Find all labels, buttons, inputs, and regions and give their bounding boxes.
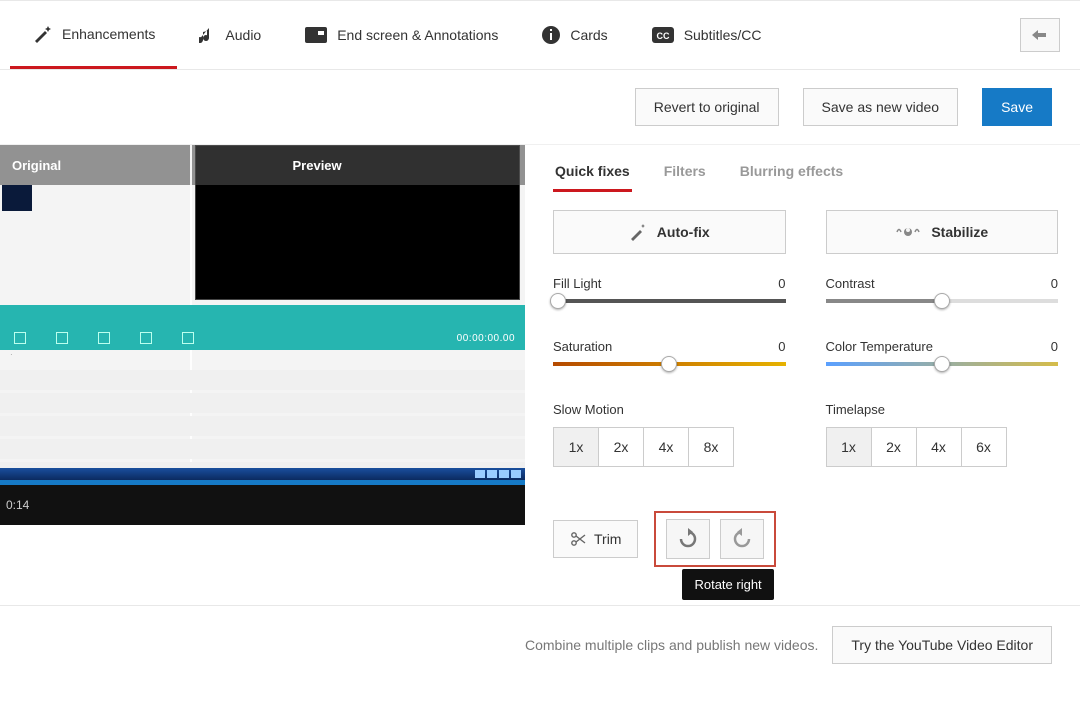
rotate-left-button[interactable] (720, 519, 764, 559)
elapsed-time: 0:14 (6, 498, 29, 512)
tab-label: Cards (570, 27, 607, 43)
rotate-tooltip: Rotate right (682, 569, 773, 600)
rotate-right-icon (677, 528, 699, 550)
timeline-row[interactable] (0, 393, 525, 413)
cc-icon: CC (652, 27, 674, 43)
fill-light-slider[interactable] (553, 299, 786, 303)
timelapse-2x[interactable]: 2x (871, 427, 917, 467)
save-as-button[interactable]: Save as new video (803, 88, 959, 126)
wand-icon (629, 223, 647, 241)
autofix-label: Auto-fix (657, 224, 710, 240)
slowmo-1x[interactable]: 1x (553, 427, 599, 467)
toolbar-icon[interactable] (182, 332, 194, 344)
contrast-value: 0 (1051, 276, 1058, 291)
colortemp-slider[interactable] (826, 362, 1059, 366)
timelapse-4x[interactable]: 4x (916, 427, 962, 467)
preview-video-area: Original Preview 00:00:00.00 (0, 145, 525, 525)
saturation-value: 0 (778, 339, 785, 354)
slider-thumb[interactable] (934, 356, 950, 372)
toolbar-timecode: 00:00:00.00 (457, 333, 515, 344)
scissors-icon (570, 531, 586, 547)
subtab-filters[interactable]: Filters (662, 163, 708, 192)
wand-icon (32, 24, 52, 44)
slider-thumb[interactable] (550, 293, 566, 309)
editor-tabbar: Enhancements Audio End screen & Annotati… (0, 0, 1080, 70)
timeline-row[interactable] (0, 370, 525, 390)
slowmo-2x[interactable]: 2x (598, 427, 644, 467)
slider-thumb[interactable] (661, 356, 677, 372)
toolbar-icon[interactable] (56, 332, 68, 344)
subtab-quickfixes[interactable]: Quick fixes (553, 163, 632, 192)
timelapse-label: Timelapse (826, 402, 1059, 417)
video-time-bar: 0:14 (0, 485, 525, 525)
music-note-icon (199, 26, 215, 44)
fill-light-label: Fill Light (553, 276, 601, 291)
subtab-blurring[interactable]: Blurring effects (738, 163, 845, 192)
footer: Combine multiple clips and publish new v… (0, 605, 1080, 684)
colortemp-value: 0 (1051, 339, 1058, 354)
original-label: Original (0, 158, 61, 173)
original-thumbnail (2, 185, 32, 211)
timeline-row[interactable] (0, 416, 525, 436)
tab-label: Subtitles/CC (684, 27, 762, 43)
timeline-row[interactable] (0, 439, 525, 459)
saturation-slider[interactable] (553, 362, 786, 366)
tab-endscreen[interactable]: End screen & Annotations (283, 1, 520, 69)
stabilize-button[interactable]: Stabilize (826, 210, 1059, 254)
undo-button[interactable] (1020, 18, 1060, 52)
timelapse-1x[interactable]: 1x (826, 427, 872, 467)
preview-overlay: Original Preview (0, 145, 525, 185)
save-button[interactable]: Save (982, 88, 1052, 126)
slowmo-4x[interactable]: 4x (643, 427, 689, 467)
contrast-label: Contrast (826, 276, 875, 291)
preview-pane: Original Preview 00:00:00.00 (0, 145, 525, 565)
tab-audio[interactable]: Audio (177, 1, 283, 69)
slowmo-8x[interactable]: 8x (688, 427, 734, 467)
tab-label: End screen & Annotations (337, 27, 498, 43)
rotate-left-icon (731, 528, 753, 550)
stabilize-label: Stabilize (931, 224, 988, 240)
editor-toolbar: 00:00:00.00 (0, 305, 525, 350)
tab-label: Enhancements (62, 26, 155, 42)
undo-arrow-icon (1030, 28, 1050, 42)
tab-subtitles[interactable]: CC Subtitles/CC (630, 1, 784, 69)
slider-thumb[interactable] (934, 293, 950, 309)
fill-light-value: 0 (778, 276, 785, 291)
preview-label: Preview (293, 158, 342, 173)
rotate-right-button[interactable] (666, 519, 710, 559)
toolbar-icon[interactable] (98, 332, 110, 344)
toolbar-icon[interactable] (14, 332, 26, 344)
saturation-label: Saturation (553, 339, 612, 354)
contrast-slider[interactable] (826, 299, 1059, 303)
tab-cards[interactable]: Cards (520, 1, 629, 69)
trim-button[interactable]: Trim (553, 520, 638, 558)
info-icon (542, 26, 560, 44)
timelapse-6x[interactable]: 6x (961, 427, 1007, 467)
stabilize-icon (895, 223, 921, 241)
subtabs: Quick fixes Filters Blurring effects (553, 163, 1058, 192)
taskbar (0, 468, 525, 480)
autofix-button[interactable]: Auto-fix (553, 210, 786, 254)
action-row: Revert to original Save as new video Sav… (0, 70, 1080, 145)
slow-motion-label: Slow Motion (553, 402, 786, 417)
endscreen-icon (305, 27, 327, 43)
trim-label: Trim (594, 531, 621, 547)
colortemp-label: Color Temperature (826, 339, 933, 354)
main-area: Original Preview 00:00:00.00 (0, 145, 1080, 585)
timeline-tick: · (10, 350, 13, 370)
svg-text:CC: CC (656, 31, 669, 41)
rotate-highlight-box: Rotate right (654, 511, 776, 567)
footer-text: Combine multiple clips and publish new v… (525, 637, 818, 653)
taskbar-tray (475, 468, 521, 480)
tab-label: Audio (225, 27, 261, 43)
toolbar-icon[interactable] (140, 332, 152, 344)
revert-button[interactable]: Revert to original (635, 88, 779, 126)
slow-motion-group: 1x 2x 4x 8x (553, 427, 786, 467)
tab-enhancements[interactable]: Enhancements (10, 1, 177, 69)
try-video-editor-button[interactable]: Try the YouTube Video Editor (832, 626, 1052, 664)
timelapse-group: 1x 2x 4x 6x (826, 427, 1059, 467)
controls-pane: Quick fixes Filters Blurring effects Aut… (525, 145, 1080, 585)
